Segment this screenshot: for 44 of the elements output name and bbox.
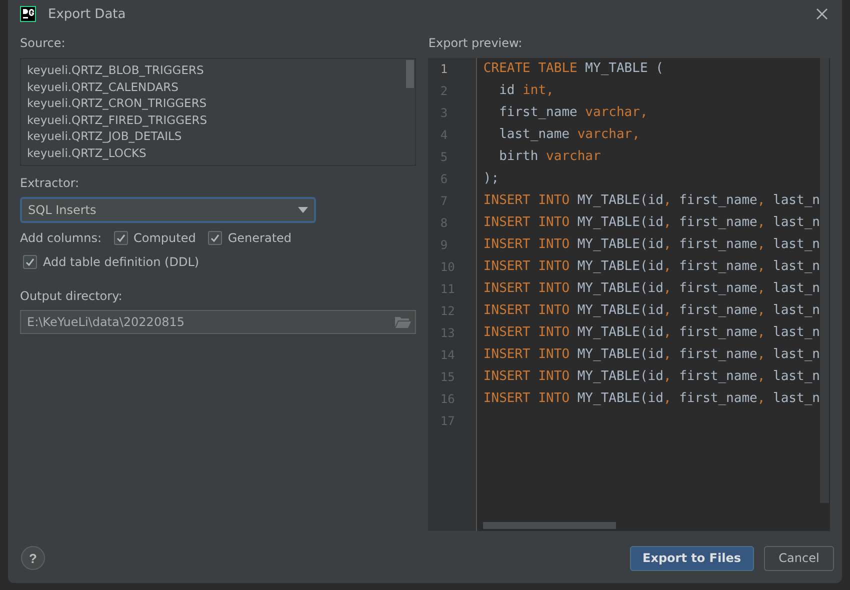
code-line: ); (483, 171, 500, 186)
checkbox[interactable] (208, 231, 222, 245)
code-line: birth varchar (498, 149, 601, 164)
code-line: INSERT INTO MY_TABLE(id, first_name, last_n (483, 325, 820, 340)
code-line: INSERT INTO MY_TABLE(id, first_name, last_n (483, 237, 820, 252)
extractor-dropdown[interactable]: SQL Inserts (20, 197, 316, 223)
code-line: INSERT INTO MY_TABLE(id, first_name, last_n (483, 193, 820, 208)
code-line: INSERT INTO MY_TABLE(id, first_name, last_n (483, 259, 820, 274)
code-line: first_name varchar, (498, 105, 648, 120)
output-directory-field[interactable]: E:\KeYueLi\data\20220815 (20, 310, 416, 334)
export-preview-label: Export preview: (428, 36, 524, 50)
window-title: Export Data (48, 6, 127, 22)
source-item[interactable]: keyueli.QRTZ_CRON_TRIGGERS (27, 95, 400, 112)
code-line: id int, (498, 83, 554, 98)
close-icon[interactable] (816, 8, 828, 20)
source-item[interactable]: keyueli.QRTZ_LOCKS (27, 144, 400, 161)
checkbox-label[interactable]: Computed (134, 231, 196, 245)
code-line: INSERT INTO MY_TABLE(id, first_name, last_n (483, 303, 820, 318)
line-number: 1 (439, 61, 449, 78)
checkbox[interactable] (23, 255, 37, 269)
source-item[interactable]: keyueli.QRTZ_BLOB_TRIGGERS (27, 62, 400, 78)
code-line: INSERT INTO MY_TABLE(id, first_name, last_n (483, 369, 820, 384)
code-line: INSERT INTO MY_TABLE(id, first_name, last_n (483, 391, 820, 406)
caret-icon (298, 207, 308, 213)
cancel-button[interactable]: Cancel (764, 546, 834, 570)
source-item[interactable]: keyueli.QRTZ_JOB_DETAILS (27, 128, 400, 144)
app-logo-icon (20, 6, 36, 22)
scrollbar[interactable] (483, 522, 616, 529)
code-line: CREATE TABLE MY_TABLE ( (483, 61, 664, 76)
source-item[interactable]: keyueli.QRTZ_FIRED_TRIGGERS (27, 112, 400, 128)
export-button[interactable]: Export to Files (630, 546, 754, 570)
code-line: INSERT INTO MY_TABLE(id, first_name, last_n (483, 281, 820, 296)
extractor-label: Extractor: (20, 176, 80, 190)
code-line: INSERT INTO MY_TABLE(id, first_name, last_n (483, 215, 820, 230)
checkbox[interactable] (114, 231, 128, 245)
checkbox-label[interactable]: Add table definition (DDL) (43, 255, 200, 269)
source-label: Source: (20, 36, 66, 50)
help-button[interactable]: ? (21, 546, 45, 570)
code-line: INSERT INTO MY_TABLE(id, first_name, last_n (483, 347, 820, 362)
source-item[interactable]: keyueli.QRTZ_CALENDARS (27, 78, 400, 95)
code-line: last_name varchar, (498, 127, 640, 142)
output-directory-label: Output directory: (20, 289, 124, 303)
checkbox-label[interactable]: Generated (228, 231, 292, 245)
add-columns-label: Add columns: (20, 231, 102, 245)
